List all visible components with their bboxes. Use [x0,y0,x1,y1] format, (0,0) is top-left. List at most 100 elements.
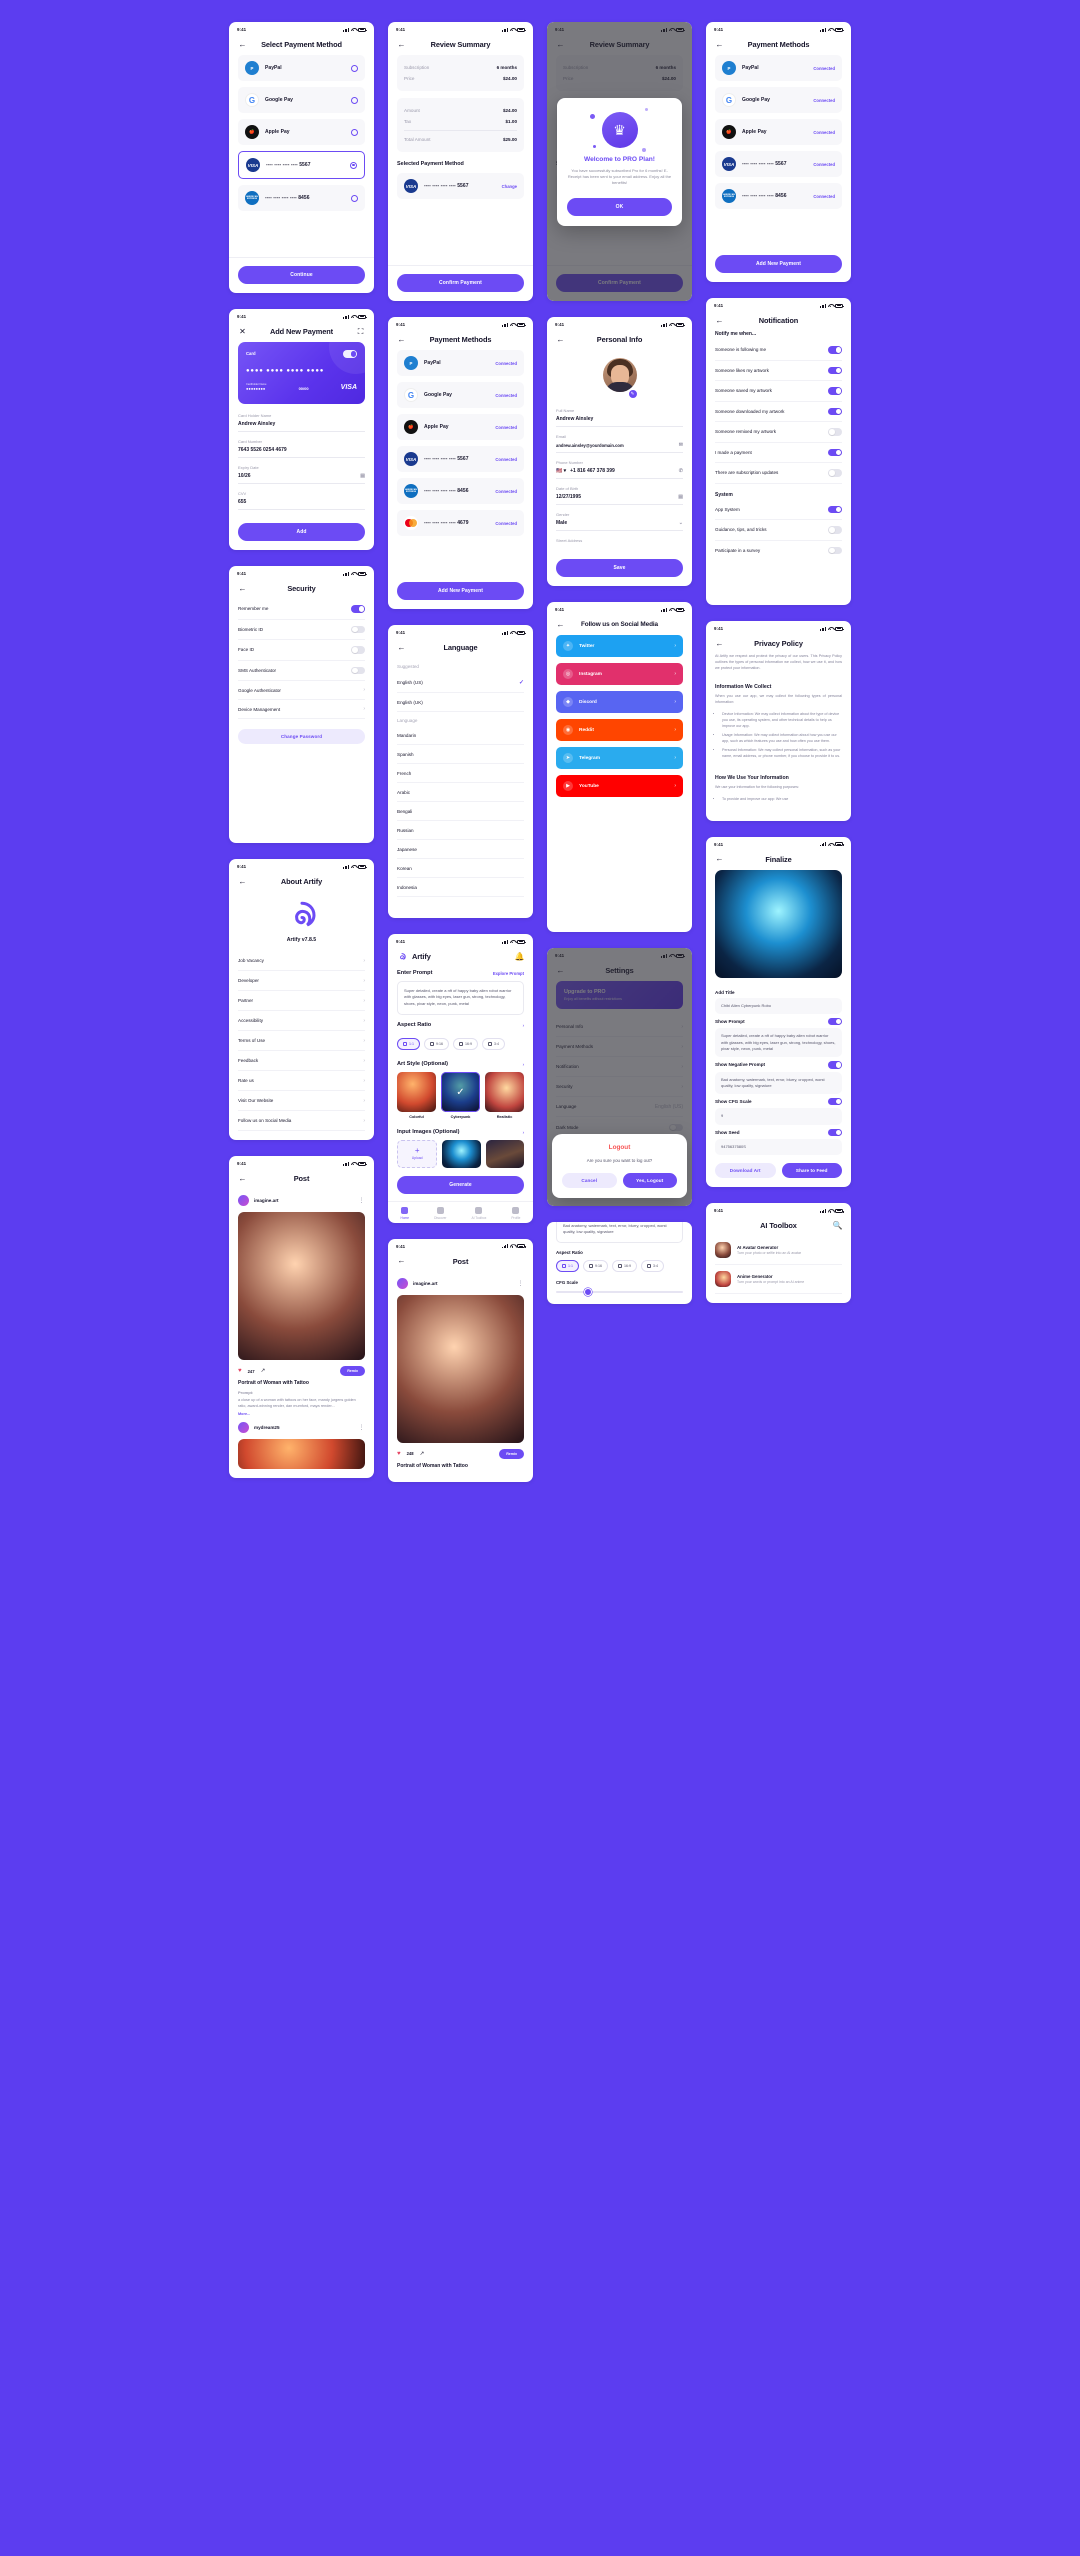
back-arrow-icon[interactable]: ← [556,335,565,344]
back-arrow-icon[interactable]: ← [715,639,724,648]
about-link-accessibility[interactable]: Accessibility › [238,1011,365,1031]
ratio-chip-16-9[interactable]: 16:9 [453,1038,478,1050]
back-arrow-icon[interactable]: ← [238,584,247,593]
toggle-switch[interactable] [351,605,365,613]
social-row-youtube[interactable]: ▶ YouTube › [556,775,683,797]
notification-icon[interactable]: 🔔 [515,952,525,961]
explore-prompt-link[interactable]: Explore Prompt [493,971,524,976]
generated-artwork[interactable] [715,869,842,978]
language-option-spanish[interactable]: Spanish [397,745,524,764]
chevron-down-icon[interactable]: ⌄ [679,520,683,526]
security-row-biometric-id[interactable]: Biometric ID [238,620,365,640]
language-option-japanese[interactable]: Japanese [397,840,524,859]
share-icon[interactable]: ↗ [261,1368,266,1374]
back-arrow-icon[interactable]: ← [238,40,247,49]
share-icon[interactable]: ↗ [420,1451,425,1457]
add-new-payment-button[interactable]: Add New Payment [397,582,524,600]
about-link-partner[interactable]: Partner › [238,991,365,1011]
chevron-right-icon[interactable]: › [523,1130,524,1135]
notify-row-app-system[interactable]: App System [715,500,842,520]
search-icon[interactable]: 🔍 [833,1221,843,1230]
toggle-switch[interactable] [828,448,842,456]
save-button[interactable]: Save [556,559,683,577]
toggle-switch[interactable] [351,625,365,633]
toggle-switch[interactable] [828,1017,842,1026]
payment-option-visa[interactable]: VISA ---- ---- ---- ---- 5567 [238,151,365,179]
post-author[interactable]: imagine.art ⋮ [238,1189,365,1212]
toggle-switch[interactable] [828,387,842,395]
ratio-chip-3-4[interactable]: 3:4 [482,1038,505,1050]
change-password-button[interactable]: Change Password [238,729,365,744]
back-arrow-icon[interactable]: ← [397,643,406,652]
field-date-of-birth[interactable]: Date of Birth 12/27/1995 ▤ [556,486,683,505]
ratio-chip-1-1[interactable]: 1:1 [397,1038,420,1050]
payment-row-apple-pay[interactable]: 🍎 Apple Pay Connected [397,414,524,440]
more-options-icon[interactable]: ⋮ [518,1280,525,1287]
field-full-name[interactable]: Full Name Andrew Ainsley [556,408,683,427]
payment-row-visa[interactable]: VISA ---- ---- ---- ---- 5567 Connected [715,151,842,177]
selected-payment-card[interactable]: VISA ---- ---- ---- ---- 5567 Change [397,173,524,199]
notify-row-remixed[interactable]: Someone remixed my artwork [715,422,842,443]
social-row-reddit[interactable]: ◉ Reddit › [556,719,683,741]
payment-option-amex[interactable]: AMERICAN EXPRESS ---- ---- ---- ---- 8456 [238,185,365,211]
back-arrow-icon[interactable]: ← [238,1174,247,1183]
toggle-switch[interactable] [351,646,365,654]
field-street-address[interactable]: Street Address [556,538,683,546]
payment-row-apple-pay[interactable]: 🍎 Apple Pay Connected [715,119,842,145]
download-art-button[interactable]: Download Art [715,1163,776,1179]
payment-row-mastercard[interactable]: ---- ---- ---- ---- 4679 Connected [397,510,524,536]
toggle-switch[interactable] [828,346,842,354]
field-gender[interactable]: Gender Male ⌄ [556,512,683,531]
calendar-icon[interactable]: ▤ [678,494,683,500]
input-image-thumb[interactable] [485,1140,524,1168]
about-link-visit-website[interactable]: Visit Our Website › [238,1091,365,1111]
notify-row-saved[interactable]: Someone saved my artwork [715,381,842,402]
back-arrow-icon[interactable]: ← [715,40,724,49]
toggle-switch[interactable] [828,428,842,436]
post-author[interactable]: imagine.art ⋮ [397,1272,524,1295]
security-row-remember-me[interactable]: Remember me [238,599,365,620]
back-arrow-icon[interactable]: ← [715,316,724,325]
security-row-google-authenticator[interactable]: Google Authenticator › [238,681,365,700]
notify-row-subscription[interactable]: There are subscription updates [715,463,842,484]
radio-button[interactable] [351,128,358,136]
field-card-holder-name[interactable]: Card Holder Name Andrew Ainsley [238,413,365,432]
style-card-cyberpunk[interactable]: Cyberpunk [441,1072,480,1119]
remix-button[interactable]: Remix [340,1366,365,1376]
post-image[interactable] [238,1212,365,1360]
social-row-telegram[interactable]: ➤ Telegram › [556,747,683,769]
payment-option-paypal[interactable]: P PayPal [238,55,365,81]
notify-row-likes[interactable]: Someone likes my artwork [715,361,842,381]
share-to-feed-button[interactable]: Share to Feed [781,1163,842,1179]
field-cvv[interactable]: CVV 655 [238,491,365,510]
security-row-sms-authenticator[interactable]: SMS Authenticator [238,661,365,681]
language-option-russian[interactable]: Russian [397,821,524,840]
toggle-switch[interactable] [828,546,842,554]
toggle-switch[interactable] [828,366,842,374]
toggle-switch[interactable] [828,1061,842,1069]
social-row-twitter[interactable]: ✦ Twitter › [556,635,683,657]
chevron-right-icon[interactable]: › [523,1062,524,1067]
language-option-bengali[interactable]: Bengali [397,802,524,821]
slider-knob[interactable] [583,1287,592,1296]
back-arrow-icon[interactable]: ← [238,877,247,886]
style-card-colorful[interactable]: Colorful [397,1072,436,1119]
post-image[interactable] [397,1294,524,1443]
language-option-french[interactable]: French [397,764,524,783]
about-link-job-vacancy[interactable]: Job Vacancy › [238,951,365,971]
negative-prompt-input[interactable]: Bad anatomy, watermark, text, error, blu… [556,1221,683,1243]
ok-button[interactable]: OK [567,197,672,216]
continue-button[interactable]: Continue [238,266,365,284]
prompt-input[interactable]: Super detailed, create a nft of happy ba… [397,981,524,1015]
notify-row-downloaded[interactable]: Someone downloaded my artwork [715,402,842,422]
more-options-icon[interactable]: ⋮ [359,1197,366,1204]
back-arrow-icon[interactable]: ← [715,855,724,864]
language-option-english-uk[interactable]: English (UK) [397,693,524,712]
generate-button[interactable]: Generate [397,1176,524,1194]
tool-row-ai-avatar-generator[interactable]: AI Avatar Generator Turn your photo or s… [715,1236,842,1266]
about-link-developer[interactable]: Developer › [238,971,365,991]
social-row-discord[interactable]: ◆ Discord › [556,691,683,713]
language-option-english-us[interactable]: English (US) ✓ [397,672,524,693]
change-link[interactable]: Change [502,184,517,189]
next-post-image[interactable] [238,1439,365,1470]
